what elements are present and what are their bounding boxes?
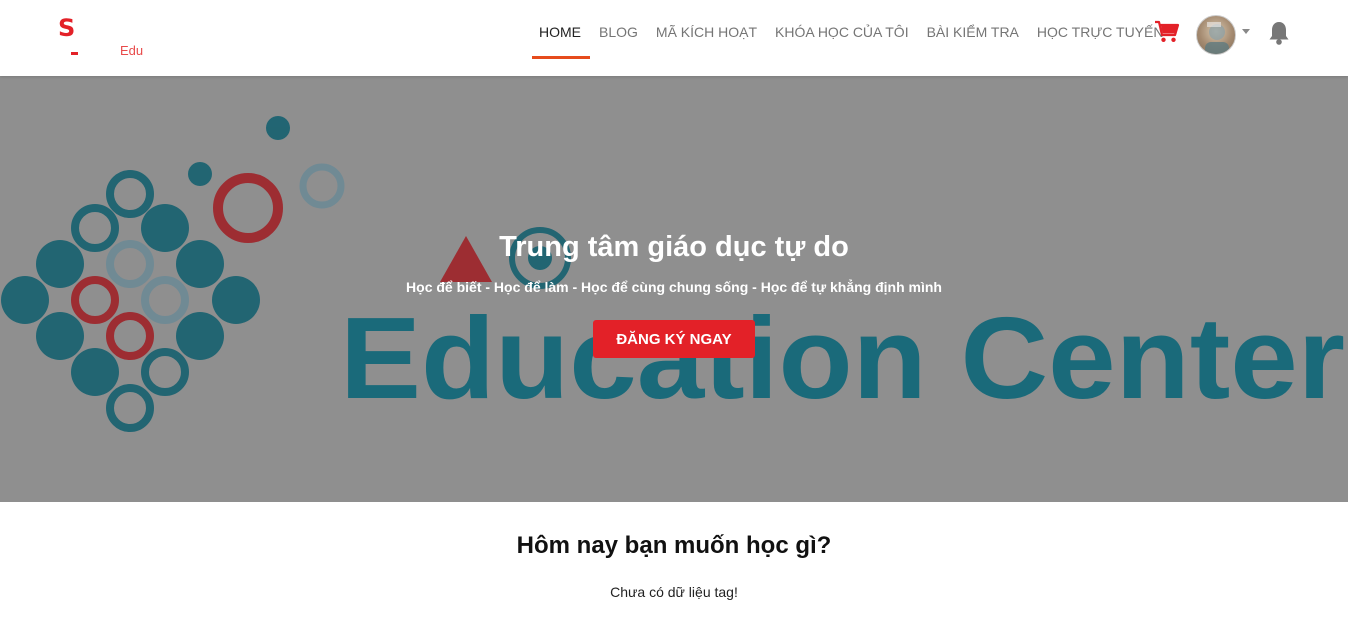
top-navbar: S Edu HOME BLOG MÃ KÍCH HOẠT KHÓA HỌC CỦ… <box>0 0 1348 76</box>
hero-banner: Education Center Trung tâm giáo dục tự d… <box>0 76 1348 502</box>
bell-icon[interactable] <box>1267 20 1291 46</box>
logo-suffix: Edu <box>120 43 144 58</box>
user-avatar[interactable] <box>1196 15 1236 55</box>
site-logo[interactable]: S Edu <box>56 14 166 60</box>
hero-subtitle: Học để biết - Học để làm - Học để cùng c… <box>406 279 942 295</box>
empty-tags-message: Chưa có dữ liệu tag! <box>610 584 738 600</box>
shopping-cart-icon[interactable] <box>1154 20 1180 44</box>
avatar-picture <box>1205 22 1229 54</box>
section-title: Hôm nay bạn muốn học gì? <box>516 532 832 559</box>
nav-item-activation-code[interactable]: MÃ KÍCH HOẠT <box>647 0 766 76</box>
hero-title: Trung tâm giáo dục tự do <box>499 231 849 263</box>
nav-item-home[interactable]: HOME <box>532 0 590 76</box>
nav-item-my-courses[interactable]: KHÓA HỌC CỦA TÔI <box>766 0 918 76</box>
nav-item-tests[interactable]: BÀI KIỂM TRA <box>918 0 1028 76</box>
register-now-button[interactable]: ĐĂNG KÝ NGAY <box>593 320 755 358</box>
main-nav: HOME BLOG MÃ KÍCH HOẠT KHÓA HỌC CỦA TÔI … <box>532 0 1172 76</box>
logo-dash <box>71 52 78 55</box>
nav-item-online-learning[interactable]: HỌC TRỰC TUYẾN <box>1028 0 1173 76</box>
logo-letter: S <box>58 14 76 42</box>
chevron-down-icon[interactable] <box>1242 29 1250 34</box>
hero-banner-heading: Education Center <box>340 293 1345 423</box>
nav-item-blog[interactable]: BLOG <box>590 0 647 76</box>
